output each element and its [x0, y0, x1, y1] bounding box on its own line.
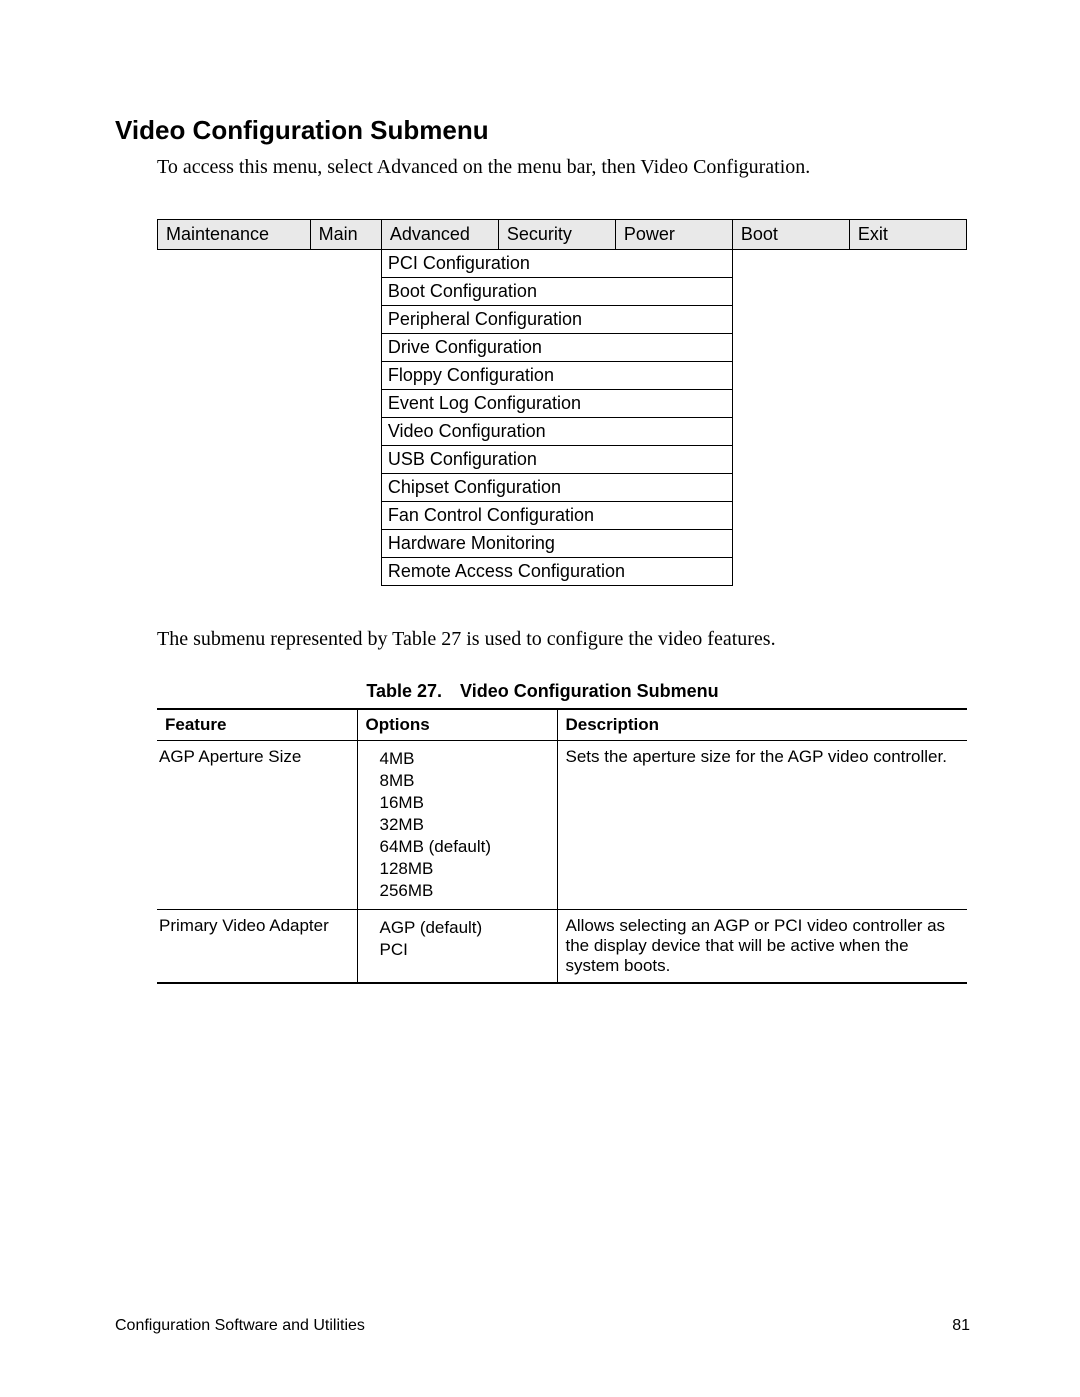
footer-page-number: 81 — [952, 1317, 970, 1335]
submenu-item: Hardware Monitoring — [381, 530, 732, 558]
options-cell: AGP (default) PCI — [357, 910, 557, 984]
menubar-item-boot: Boot — [732, 220, 849, 250]
option-value: 16MB — [366, 793, 549, 813]
submenu-item: Boot Configuration — [381, 278, 732, 306]
th-feature: Feature — [157, 709, 357, 741]
table-row: Primary Video Adapter AGP (default) PCI … — [157, 910, 967, 984]
intro-paragraph: To access this menu, select Advanced on … — [157, 156, 970, 179]
option-value: 32MB — [366, 815, 549, 835]
submenu-item: Remote Access Configuration — [381, 558, 732, 586]
option-value: 256MB — [366, 881, 549, 901]
submenu-item: Video Configuration — [381, 418, 732, 446]
submenu-item: Fan Control Configuration — [381, 502, 732, 530]
feature-cell: AGP Aperture Size — [157, 741, 357, 910]
option-value: 8MB — [366, 771, 549, 791]
submenu-item: Floppy Configuration — [381, 362, 732, 390]
submenu-item: Chipset Configuration — [381, 474, 732, 502]
description-cell: Allows selecting an AGP or PCI video con… — [557, 910, 967, 984]
submenu-item: Event Log Configuration — [381, 390, 732, 418]
option-value: 4MB — [366, 749, 549, 769]
after-paragraph: The submenu represented by Table 27 is u… — [157, 628, 970, 651]
menubar-item-maintenance: Maintenance — [158, 220, 311, 250]
option-value: 64MB (default) — [366, 837, 549, 857]
footer-left: Configuration Software and Utilities — [115, 1317, 365, 1335]
option-value: 128MB — [366, 859, 549, 879]
menubar-item-security: Security — [498, 220, 615, 250]
table-caption: Table 27. Video Configuration Submenu — [115, 681, 970, 702]
menubar-item-exit: Exit — [849, 220, 966, 250]
submenu-item: USB Configuration — [381, 446, 732, 474]
options-cell: 4MB 8MB 16MB 32MB 64MB (default) 128MB 2… — [357, 741, 557, 910]
th-description: Description — [557, 709, 967, 741]
page-footer: Configuration Software and Utilities 81 — [115, 1317, 970, 1335]
menubar-item-main: Main — [310, 220, 381, 250]
features-table: Feature Options Description AGP Aperture… — [157, 708, 967, 984]
th-options: Options — [357, 709, 557, 741]
option-value: AGP (default) — [366, 918, 549, 938]
description-cell: Sets the aperture size for the AGP video… — [557, 741, 967, 910]
table-row: AGP Aperture Size 4MB 8MB 16MB 32MB 64MB… — [157, 741, 967, 910]
page-title: Video Configuration Submenu — [115, 115, 970, 146]
submenu-item: Drive Configuration — [381, 334, 732, 362]
menubar-item-power: Power — [615, 220, 732, 250]
menubar-row: Maintenance Main Advanced Security Power… — [158, 220, 967, 250]
table-header-row: Feature Options Description — [157, 709, 967, 741]
submenu-item: Peripheral Configuration — [381, 306, 732, 334]
feature-cell: Primary Video Adapter — [157, 910, 357, 984]
option-value: PCI — [366, 940, 549, 960]
submenu-item: PCI Configuration — [381, 250, 732, 278]
menubar-item-advanced: Advanced — [381, 220, 498, 250]
bios-menu-table: Maintenance Main Advanced Security Power… — [157, 219, 967, 586]
